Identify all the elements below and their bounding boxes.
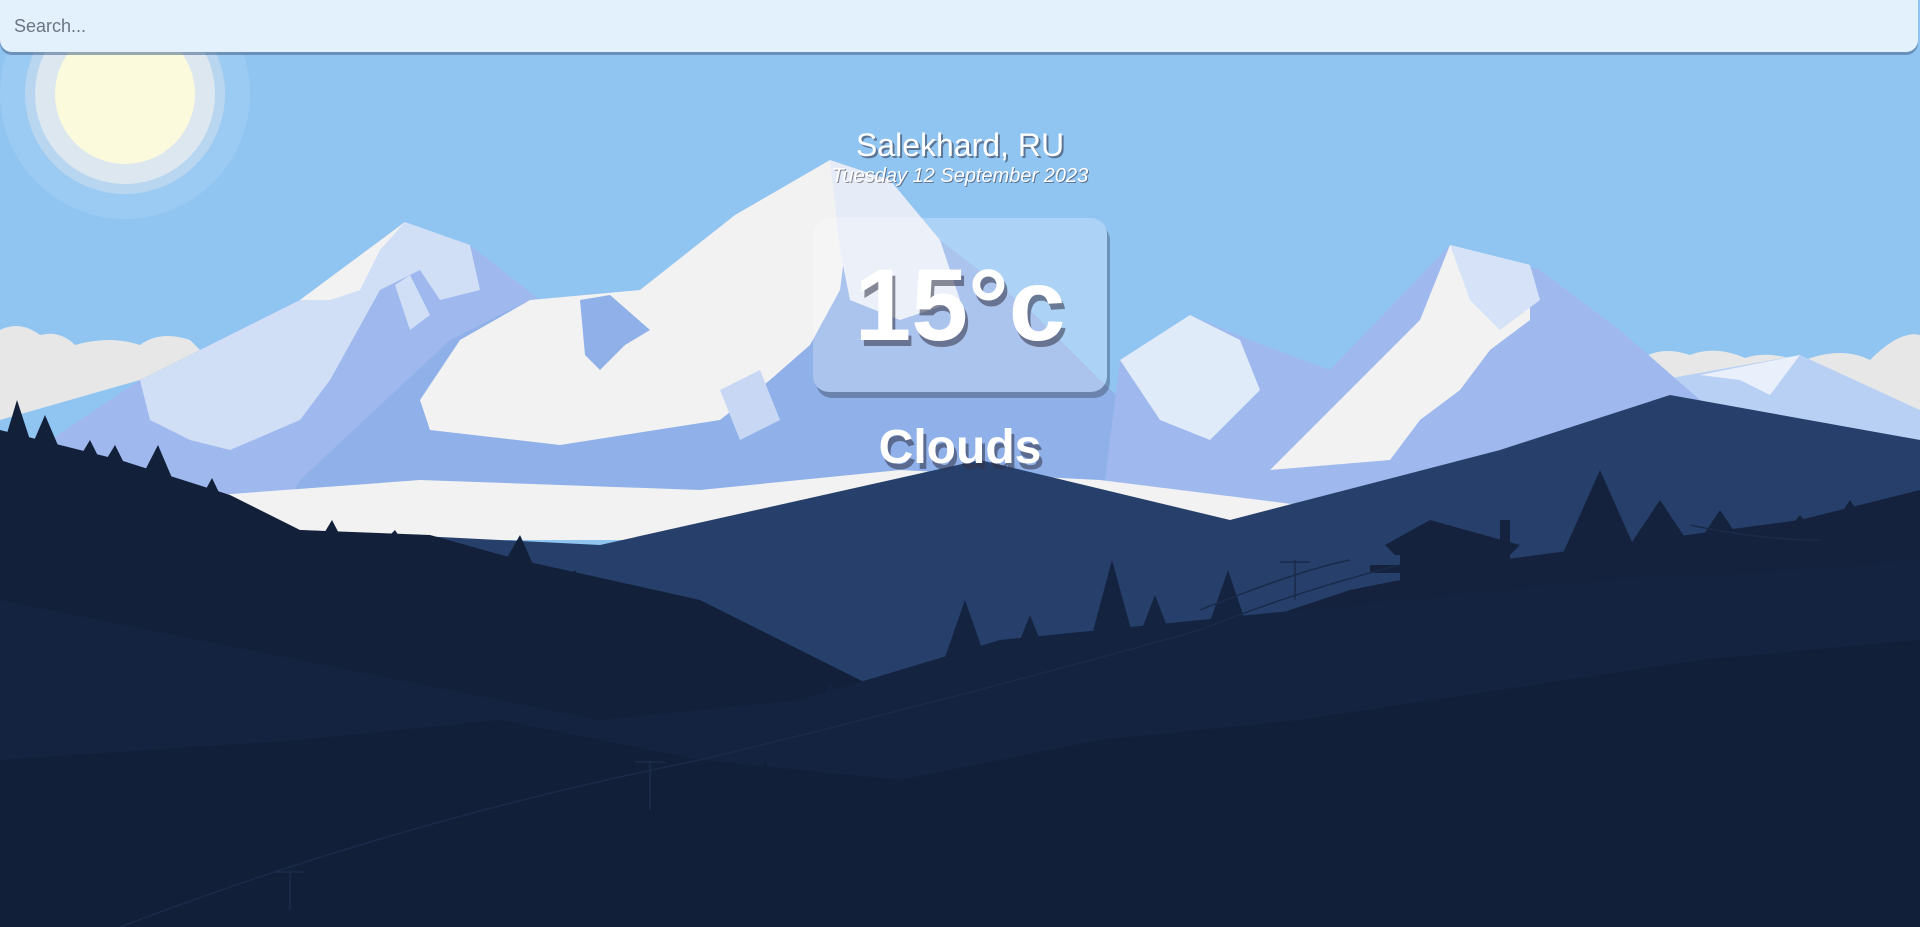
temperature-value: 15°c	[854, 247, 1066, 362]
current-date: Tuesday 12 September 2023	[831, 165, 1089, 187]
temperature-card: 15°c	[813, 218, 1107, 392]
location-box: Salekhard, RU Tuesday 12 September 2023	[0, 126, 1920, 188]
location-name: Salekhard, RU	[855, 127, 1065, 163]
weather-condition: Clouds	[878, 421, 1042, 474]
search-input[interactable]	[0, 0, 1918, 52]
